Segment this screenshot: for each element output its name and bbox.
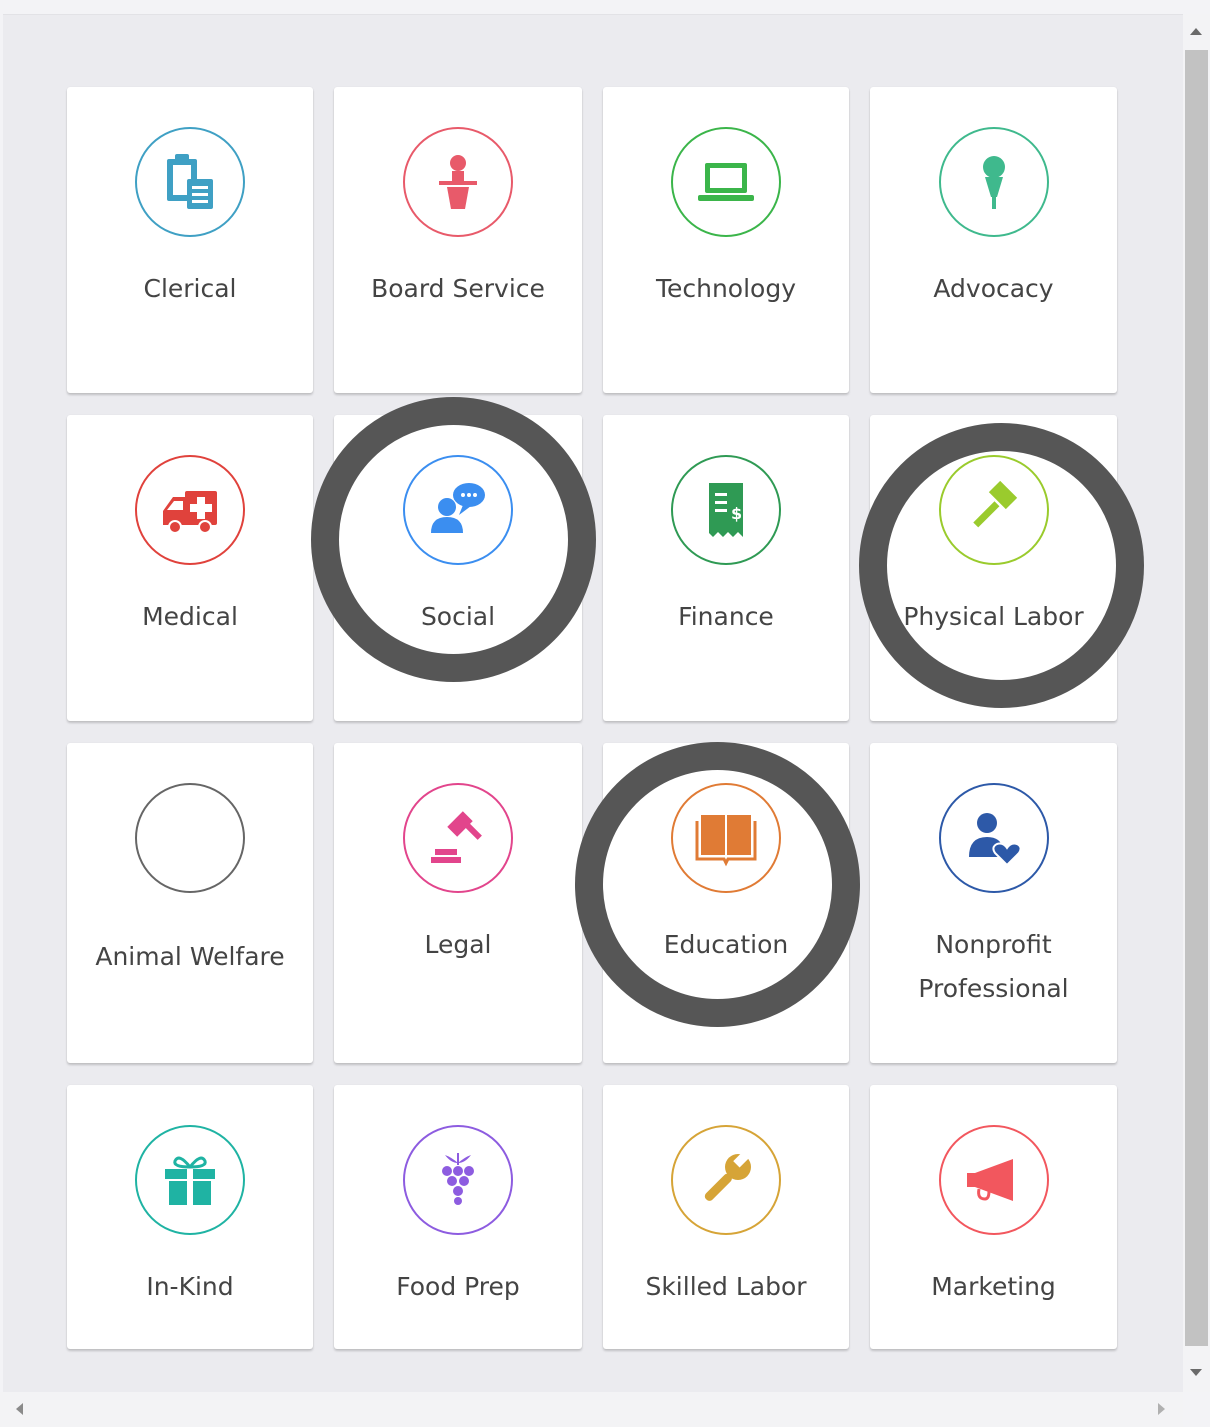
category-label: Board Service	[371, 274, 545, 303]
podium-icon	[403, 127, 513, 237]
scroll-down-arrow-icon[interactable]	[1190, 1369, 1202, 1376]
svg-text:$: $	[731, 504, 742, 523]
category-card-social[interactable]: Social	[334, 415, 582, 721]
vertical-scrollbar[interactable]	[1183, 14, 1210, 1392]
category-label: Clerical	[143, 274, 237, 303]
category-label: Finance	[678, 602, 774, 631]
category-label: Advocacy	[933, 274, 1054, 303]
book-icon	[671, 783, 781, 893]
ambulance-icon	[135, 455, 245, 565]
category-card-in-kind[interactable]: In-Kind	[67, 1085, 313, 1349]
megaphone-icon	[938, 1125, 1049, 1235]
category-card-physical-labor[interactable]: Physical Labor	[870, 415, 1117, 721]
category-card-marketing[interactable]: Marketing	[870, 1085, 1117, 1349]
category-card-nonprofit-professional[interactable]: Nonprofit Professional	[870, 743, 1117, 1063]
scroll-up-arrow-icon[interactable]	[1190, 28, 1202, 35]
category-card-finance[interactable]: $ Finance	[603, 415, 849, 721]
category-label: In-Kind	[146, 1272, 234, 1301]
category-card-advocacy[interactable]: Advocacy	[870, 87, 1117, 393]
scroll-left-arrow-icon[interactable]	[16, 1403, 23, 1415]
person-heart-icon	[938, 783, 1049, 893]
receipt-icon: $	[671, 455, 781, 565]
scrollbar-thumb[interactable]	[1185, 50, 1208, 1346]
category-card-medical[interactable]: Medical	[67, 415, 313, 721]
microphone-icon	[938, 127, 1049, 237]
blank-icon	[135, 783, 245, 893]
wrench-icon	[671, 1125, 781, 1235]
category-label: Food Prep	[396, 1272, 520, 1301]
category-label: Marketing	[931, 1272, 1056, 1301]
horizontal-scrollbar[interactable]	[0, 1392, 1183, 1427]
category-label: Nonprofit Professional	[918, 930, 1069, 1003]
category-label: Social	[420, 602, 496, 631]
category-card-legal[interactable]: Legal	[334, 743, 582, 1063]
category-label: Animal Welfare	[95, 942, 285, 971]
laptop-icon	[671, 127, 781, 237]
category-grid-viewport: Clerical Board Service Technology Advoca…	[3, 14, 1183, 1393]
category-card-animal-welfare[interactable]: Animal Welfare	[67, 743, 313, 1063]
gift-icon	[135, 1125, 245, 1235]
clipboard-icon	[135, 127, 245, 237]
gavel-icon	[403, 783, 513, 893]
category-card-education[interactable]: Education	[603, 743, 849, 1063]
category-label: Medical	[142, 602, 238, 631]
category-card-board-service[interactable]: Board Service	[334, 87, 582, 393]
category-label: Physical Labor	[903, 602, 1084, 631]
category-card-technology[interactable]: Technology	[603, 87, 849, 393]
category-label: Skilled Labor	[645, 1272, 807, 1301]
category-label: Technology	[655, 274, 797, 303]
category-label: Education	[663, 930, 789, 959]
category-card-clerical[interactable]: Clerical	[67, 87, 313, 393]
hammer-icon	[938, 455, 1049, 565]
grapes-icon	[403, 1125, 513, 1235]
people-chat-icon	[403, 455, 513, 565]
category-card-skilled-labor[interactable]: Skilled Labor	[603, 1085, 849, 1349]
scroll-right-arrow-icon[interactable]	[1158, 1403, 1165, 1415]
category-card-food-prep[interactable]: Food Prep	[334, 1085, 582, 1349]
category-label: Legal	[424, 930, 492, 959]
